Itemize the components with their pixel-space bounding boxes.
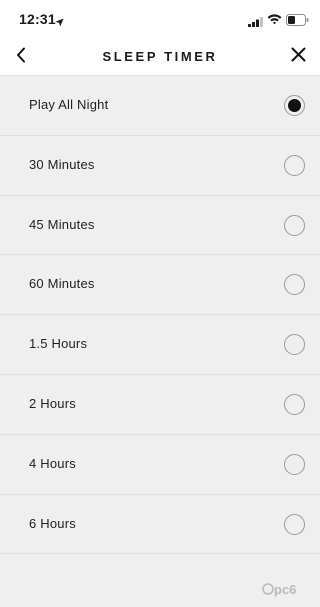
svg-text:pc6: pc6 <box>274 582 296 597</box>
radio-button[interactable] <box>284 334 305 356</box>
watermark-logo: pc6 <box>262 579 312 606</box>
option-1-5-hours[interactable]: 1.5 Hours <box>0 315 320 375</box>
option-label: 1.5 Hours <box>29 336 88 352</box>
option-label: 45 Minutes <box>29 216 95 232</box>
option-label: 30 Minutes <box>29 156 95 172</box>
page-title: SLEEP TIMER <box>102 49 218 64</box>
radio-button[interactable] <box>284 214 305 236</box>
close-x-icon <box>291 47 306 67</box>
option-label: 60 Minutes <box>29 276 95 292</box>
sleep-timer-options: Play All Night 30 Minutes 45 Minutes 60 … <box>0 76 320 555</box>
option-2-hours[interactable]: 2 Hours <box>0 375 320 435</box>
option-label: 4 Hours <box>29 455 76 471</box>
radio-button[interactable] <box>284 513 305 535</box>
radio-button[interactable] <box>284 393 305 415</box>
cellular-signal-icon <box>248 14 264 32</box>
wifi-icon <box>267 12 282 30</box>
radio-button[interactable] <box>284 453 305 475</box>
status-time: 12:31 <box>19 11 56 27</box>
radio-button[interactable] <box>284 274 305 296</box>
option-30-minutes[interactable]: 30 Minutes <box>0 136 320 196</box>
option-4-hours[interactable]: 4 Hours <box>0 435 320 495</box>
sleep-timer-screen: 12:31 SLEEP TIMER Play All Night 30 Minu… <box>0 0 320 607</box>
radio-button[interactable] <box>284 154 305 176</box>
nav-header: SLEEP TIMER <box>0 38 320 76</box>
option-6-hours[interactable]: 6 Hours <box>0 495 320 555</box>
location-arrow-icon <box>55 14 64 32</box>
status-bar: 12:31 <box>0 0 320 38</box>
battery-icon <box>286 13 309 31</box>
option-label: 6 Hours <box>29 515 76 531</box>
radio-button-selected[interactable] <box>284 95 305 116</box>
option-label: Play All Night <box>29 97 109 112</box>
option-label: 2 Hours <box>29 395 76 411</box>
option-play-all-night[interactable]: Play All Night <box>0 76 320 136</box>
close-button[interactable] <box>285 44 311 70</box>
option-60-minutes[interactable]: 60 Minutes <box>0 255 320 316</box>
option-45-minutes[interactable]: 45 Minutes <box>0 196 320 256</box>
